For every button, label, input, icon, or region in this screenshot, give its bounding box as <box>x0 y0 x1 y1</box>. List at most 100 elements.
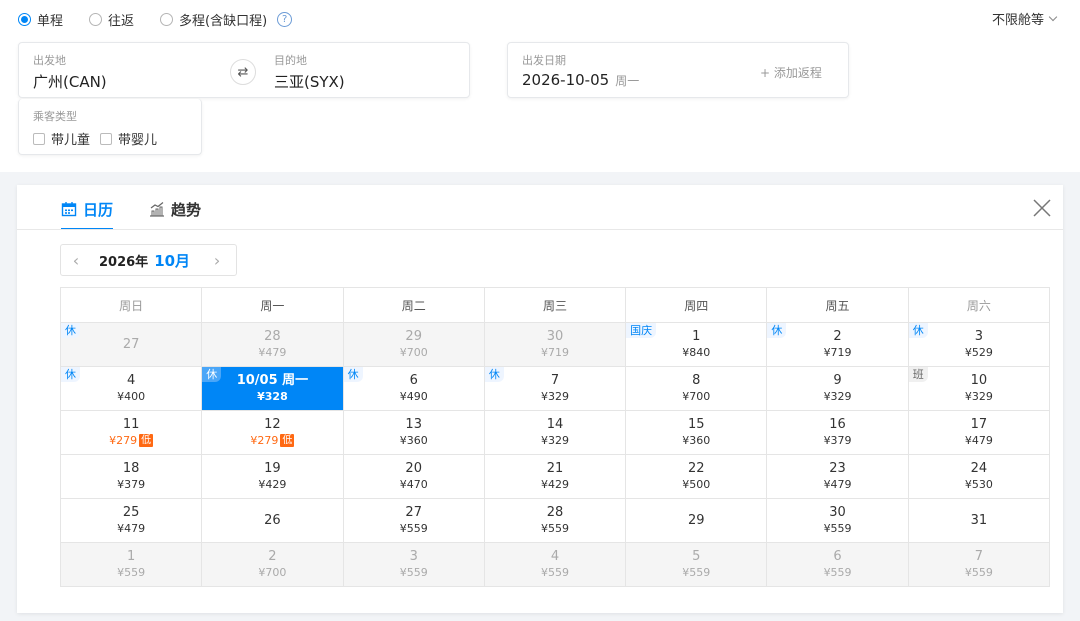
trip-type-group: 单程 往返 多程(含缺口程) ? <box>18 9 293 29</box>
calendar-day[interactable]: 5 ¥559 <box>626 543 768 587</box>
calendar-day[interactable]: 20 ¥470 <box>343 455 485 499</box>
day-price: ¥329 <box>965 389 993 404</box>
day-price: ¥559 <box>682 565 710 580</box>
radio-icon[interactable] <box>18 12 31 26</box>
day-number: 27 <box>405 505 422 520</box>
day-number: 26 <box>264 512 281 528</box>
day-number: 3 <box>974 329 983 344</box>
calendar-day[interactable]: 28 ¥479 <box>202 323 344 367</box>
with-infant-checkbox[interactable]: 带婴儿 <box>100 129 157 148</box>
day-price-value: ¥400 <box>117 390 146 403</box>
calendar-day[interactable]: 19 ¥429 <box>202 455 344 499</box>
calendar-day[interactable]: 休 3 ¥529 <box>908 323 1050 367</box>
calendar-day[interactable]: 3 ¥559 <box>343 543 485 587</box>
calendar-day[interactable]: 休 6 ¥490 <box>343 367 485 411</box>
swap-arrows-icon[interactable]: ⇄ <box>230 59 256 85</box>
holiday-tag: 国庆 <box>626 323 657 338</box>
day-number: 21 <box>546 461 564 476</box>
day-price-value: ¥700 <box>258 566 287 579</box>
calendar-day[interactable]: 4 ¥559 <box>484 543 627 587</box>
weekday-header: 周二 <box>343 288 485 323</box>
calendar-day-selected[interactable]: 休 10/05 周一 ¥328 <box>202 367 344 411</box>
weekday-header: 周四 <box>626 288 768 323</box>
radio-icon[interactable] <box>89 12 103 26</box>
calendar-day[interactable]: 16 ¥379 <box>767 411 909 455</box>
calendar-day[interactable]: 18 ¥379 <box>61 455 203 499</box>
calendar-day[interactable]: 班 10 ¥329 <box>908 367 1050 411</box>
arrival-city-field[interactable]: 目的地 三亚(SYX) <box>274 52 345 92</box>
calendar-day[interactable]: 13 ¥360 <box>343 411 485 455</box>
calendar-day[interactable]: 31 <box>908 499 1050 543</box>
day-price-value: ¥379 <box>117 478 146 491</box>
calendar-day[interactable]: 24 ¥530 <box>908 455 1050 499</box>
day-number: 7 <box>974 549 983 564</box>
day-price: ¥559 <box>400 521 428 536</box>
calendar-day[interactable]: 9 ¥329 <box>767 367 909 411</box>
calendar-day[interactable]: 12 ¥279 低 <box>202 411 344 455</box>
calendar-day[interactable]: 8 ¥700 <box>626 367 768 411</box>
day-price-value: ¥470 <box>399 478 428 491</box>
calendar-day[interactable]: 23 ¥479 <box>767 455 909 499</box>
tab-trend[interactable]: 趋势 <box>149 197 201 221</box>
day-price: ¥700 <box>400 345 428 360</box>
day-price-value: ¥328 <box>257 390 288 403</box>
close-icon[interactable] <box>1031 197 1053 219</box>
calendar-day[interactable]: 14 ¥329 <box>484 411 627 455</box>
day-number: 7 <box>550 373 560 388</box>
day-number: 30 <box>829 505 846 520</box>
calendar-day[interactable]: 30 ¥719 <box>484 323 627 367</box>
cabin-select[interactable]: 不限舱等 <box>992 9 1058 28</box>
calendar-day[interactable]: 15 ¥360 <box>626 411 768 455</box>
departure-date-field[interactable]: 出发日期 2026-10-05 周一 <box>522 52 639 89</box>
chevron-down-icon <box>1048 12 1058 21</box>
radio-icon[interactable] <box>160 12 174 26</box>
tab-calendar[interactable]: 日历 <box>61 197 114 230</box>
day-number: 25 <box>122 505 140 520</box>
calendar-day[interactable]: 21 ¥429 <box>484 455 627 499</box>
calendar-day[interactable]: 11 ¥279 低 <box>61 411 203 455</box>
day-number: 11 <box>122 417 140 432</box>
departure-city-field[interactable]: 出发地 广州(CAN) <box>33 52 107 92</box>
calendar-day[interactable]: 29 <box>626 499 768 543</box>
add-return-button[interactable]: + 添加返程 <box>760 64 822 81</box>
prev-month-button[interactable]: ‹ <box>61 251 91 270</box>
next-month-button[interactable]: › <box>202 251 232 270</box>
calendar-day[interactable]: 1 ¥559 <box>61 543 203 587</box>
calendar-day[interactable]: 休 27 <box>61 323 203 367</box>
day-price: ¥279 低 <box>250 433 295 448</box>
calendar-day[interactable]: 29 ¥700 <box>343 323 485 367</box>
calendar-day[interactable]: 30 ¥559 <box>767 499 909 543</box>
day-price: ¥400 <box>117 389 145 404</box>
calendar-day[interactable]: 国庆 1 ¥840 <box>626 323 768 367</box>
day-number: 30 <box>546 329 564 344</box>
calendar-day[interactable]: 7 ¥559 <box>908 543 1050 587</box>
day-price-value: ¥559 <box>540 522 569 535</box>
checkbox-icon[interactable] <box>33 132 45 145</box>
calendar-day[interactable]: 休 2 ¥719 <box>767 323 909 367</box>
calendar-day[interactable]: 6 ¥559 <box>767 543 909 587</box>
day-number: 8 <box>692 373 701 388</box>
day-number: 12 <box>264 417 281 432</box>
trip-type-roundtrip[interactable]: 往返 <box>89 10 134 29</box>
calendar-day[interactable]: 25 ¥479 <box>61 499 203 543</box>
calendar-day[interactable]: 28 ¥559 <box>484 499 627 543</box>
calendar-day[interactable]: 休 4 ¥400 <box>61 367 203 411</box>
day-price: ¥840 <box>682 345 710 360</box>
question-circle-icon[interactable]: ? <box>277 11 293 27</box>
day-number: 2 <box>268 549 277 564</box>
month-nav-month: 10月 <box>154 251 191 270</box>
day-price: ¥328 <box>257 389 288 404</box>
with-child-checkbox[interactable]: 带儿童 <box>33 129 90 148</box>
day-price: ¥559 <box>824 521 852 536</box>
calendar-day[interactable]: 17 ¥479 <box>908 411 1050 455</box>
calendar-day[interactable]: 26 <box>202 499 344 543</box>
calendar-day[interactable]: 27 ¥559 <box>343 499 485 543</box>
calendar-day[interactable]: 22 ¥500 <box>626 455 768 499</box>
day-price: ¥530 <box>965 477 993 492</box>
day-number: 24 <box>970 461 988 476</box>
trip-type-multi[interactable]: 多程(含缺口程) <box>160 10 267 29</box>
calendar-day[interactable]: 休 7 ¥329 <box>484 367 627 411</box>
trip-type-oneway[interactable]: 单程 <box>18 10 63 29</box>
checkbox-icon[interactable] <box>100 132 113 145</box>
calendar-day[interactable]: 2 ¥700 <box>202 543 344 587</box>
